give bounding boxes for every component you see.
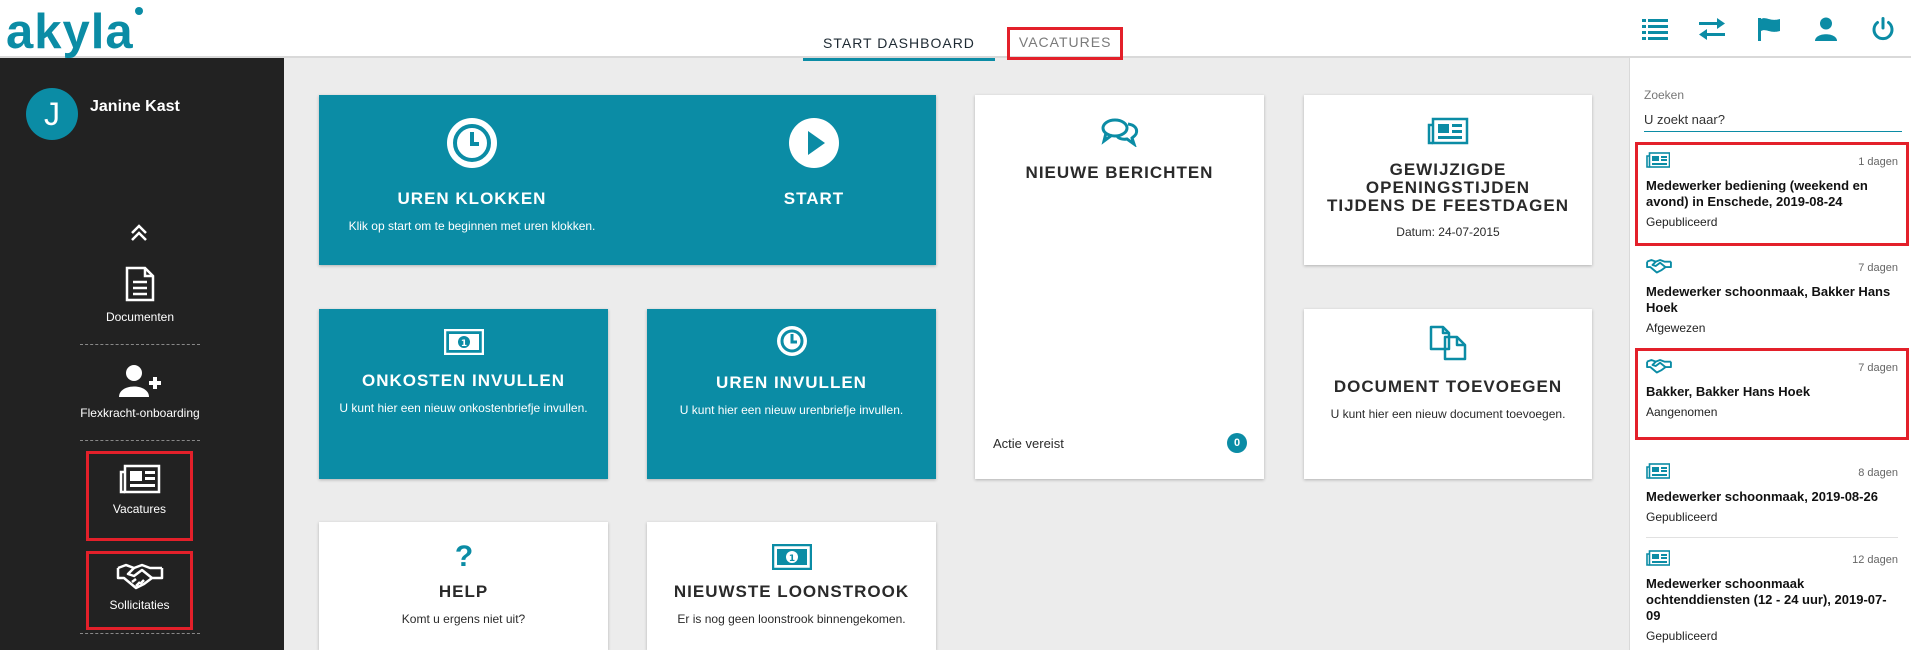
tile-subtitle: U kunt hier een nieuw urenbriefje invull… [679,403,904,417]
feed-item[interactable]: 8 dagen Medewerker schoonmaak, 2019-08-2… [1638,456,1906,538]
newspaper-icon [1304,117,1592,145]
tile-subtitle: U kunt hier een nieuw onkostenbriefje in… [339,401,588,415]
start-title: START [783,189,845,208]
tile-title: NIEUWSTE LOONSTROOK [673,582,910,601]
feed-item-status: Gepubliceerd [1646,629,1718,643]
tile-title: ONKOSTEN INVULLEN [361,371,566,390]
svg-text:?: ? [454,542,472,570]
handshake-icon [1646,358,1672,379]
top-header: akyla START DASHBOARD VACATURES [0,0,1911,61]
tile-subtitle: Komt u ergens niet uit? [401,612,526,626]
tile-uren-invullen[interactable]: UREN INVULLEN U kunt hier een nieuw uren… [647,309,936,479]
days-ago: 12 dagen [1852,554,1898,566]
actie-vereist-label: Actie vereist [993,436,1064,451]
feed-item[interactable]: 1 dagen Medewerker bediening (weekend en… [1635,142,1909,246]
tile-title: GEWIJZIGDE OPENINGSTIJDEN TIJDENS DE FEE… [1326,160,1570,215]
add-user-icon [80,364,200,398]
newspaper-icon [89,464,190,494]
feed-item-status: Gepubliceerd [1646,215,1718,229]
user-name: Janine Kast [90,98,180,115]
sidebar-item-label: Flexkracht-onboarding [80,406,200,420]
newspaper-icon [1646,462,1671,484]
tile-nieuwe-berichten[interactable]: NIEUWE BERICHTEN Actie vereist 0 [975,95,1264,479]
tab-vacatures[interactable]: VACATURES [1006,27,1124,60]
chevron-up-icon[interactable] [128,223,150,250]
sidebar-item-sollicitaties[interactable]: Sollicitaties [86,551,193,630]
money-icon: 1 [647,544,936,570]
copy-document-icon [1304,325,1592,361]
akyla-logo[interactable]: akyla [6,4,143,60]
handshake-icon [89,562,190,590]
tile-subtitle: Datum: 24-07-2015 [1396,225,1500,239]
feed-item-status: Afgewezen [1646,321,1706,335]
sidebar-item-label: Vacatures [112,502,167,516]
feed-item-title: Medewerker schoonmaak ochtenddiensten (1… [1646,576,1887,623]
sidebar-item-documenten[interactable]: Documenten [80,266,200,345]
header-icons [1626,14,1911,44]
tile-subtitle: U kunt hier een nieuw document toevoegen… [1330,407,1566,421]
tile-title: NIEUWE BERICHTEN [1025,163,1214,182]
question-icon: ? [319,542,608,570]
tab-start-dashboard[interactable]: START DASHBOARD [803,27,995,61]
tile-help[interactable]: ? HELP Komt u ergens niet uit? [319,522,608,650]
transfer-icon[interactable] [1683,14,1740,44]
sidebar-item-label: Documenten [105,310,175,324]
feed-item-title: Medewerker schoonmaak, 2019-08-26 [1646,489,1878,504]
activity-panel: Zoeken 1 dagen Medewerker bediening (wee… [1629,58,1911,650]
search-label: Zoeken [1644,88,1685,102]
feed-item-title: Medewerker schoonmaak, Bakker Hans Hoek [1646,284,1891,315]
start-button[interactable]: START [739,117,889,209]
search-input[interactable] [1644,108,1902,132]
user-icon[interactable] [1797,14,1854,44]
svg-text:1: 1 [788,554,794,564]
days-ago: 8 dagen [1858,467,1898,479]
feed-item[interactable]: 7 dagen Bakker, Bakker Hans Hoek Aangeno… [1635,348,1909,440]
power-icon[interactable] [1854,14,1911,44]
sidebar-item-label: Sollicitaties [109,598,170,612]
play-icon [739,117,889,169]
feed-item-status: Aangenomen [1646,405,1718,419]
tile-title: HELP [438,582,489,601]
feed-item-status: Gepubliceerd [1646,510,1718,524]
sidebar-item-vacatures[interactable]: Vacatures [86,451,193,541]
clock-icon [647,325,936,357]
tile-document-toevoegen[interactable]: DOCUMENT TOEVOEGEN U kunt hier een nieuw… [1304,309,1592,479]
days-ago: 7 dagen [1858,262,1898,274]
sidebar: J Janine Kast Documenten Flexkracht-onbo… [0,58,284,650]
clock-icon [319,117,625,169]
newspaper-icon [1646,549,1671,571]
days-ago: 7 dagen [1858,362,1898,374]
feed-item-title: Bakker, Bakker Hans Hoek [1646,384,1811,399]
newspaper-icon [1646,151,1671,173]
document-icon [80,266,200,302]
feed-item-title: Medewerker bediening (weekend en avond) … [1646,178,1868,209]
chat-icon [975,117,1264,147]
handshake-icon [1646,258,1672,279]
days-ago: 1 dagen [1858,156,1898,168]
sidebar-divider [80,633,200,634]
list-icon[interactable] [1626,14,1683,44]
tile-title: DOCUMENT TOEVOEGEN [1333,377,1563,396]
tile-nieuwste-loonstrook[interactable]: 1 NIEUWSTE LOONSTROOK Er is nog geen loo… [647,522,936,650]
avatar[interactable]: J [26,88,78,140]
count-badge: 0 [1227,433,1247,453]
sidebar-item-flexkracht-onboarding[interactable]: Flexkracht-onboarding [80,364,200,441]
tile-onkosten-invullen[interactable]: 1 ONKOSTEN INVULLEN U kunt hier een nieu… [319,309,608,479]
uren-klokken-section[interactable]: UREN KLOKKEN Klik op start om te beginne… [319,117,625,233]
tile-gewijzigde-openingstijden[interactable]: GEWIJZIGDE OPENINGSTIJDEN TIJDENS DE FEE… [1304,95,1592,265]
feed-item[interactable]: 7 dagen Medewerker schoonmaak, Bakker Ha… [1638,251,1906,347]
main-tabs: START DASHBOARD VACATURES [803,27,1124,61]
feed-item[interactable]: 12 dagen Medewerker schoonmaak ochtenddi… [1638,543,1906,647]
svg-text:1: 1 [460,339,466,349]
flag-icon[interactable] [1740,14,1797,44]
tile-uren-klokken: UREN KLOKKEN Klik op start om te beginne… [319,95,936,265]
tile-subtitle: Er is nog geen loonstrook binnengekomen. [677,612,906,626]
tile-title: UREN INVULLEN [716,373,867,392]
uren-klokken-title: UREN KLOKKEN [397,189,547,208]
uren-klokken-subtitle: Klik op start om te beginnen met uren kl… [348,219,596,233]
money-icon: 1 [319,329,608,355]
